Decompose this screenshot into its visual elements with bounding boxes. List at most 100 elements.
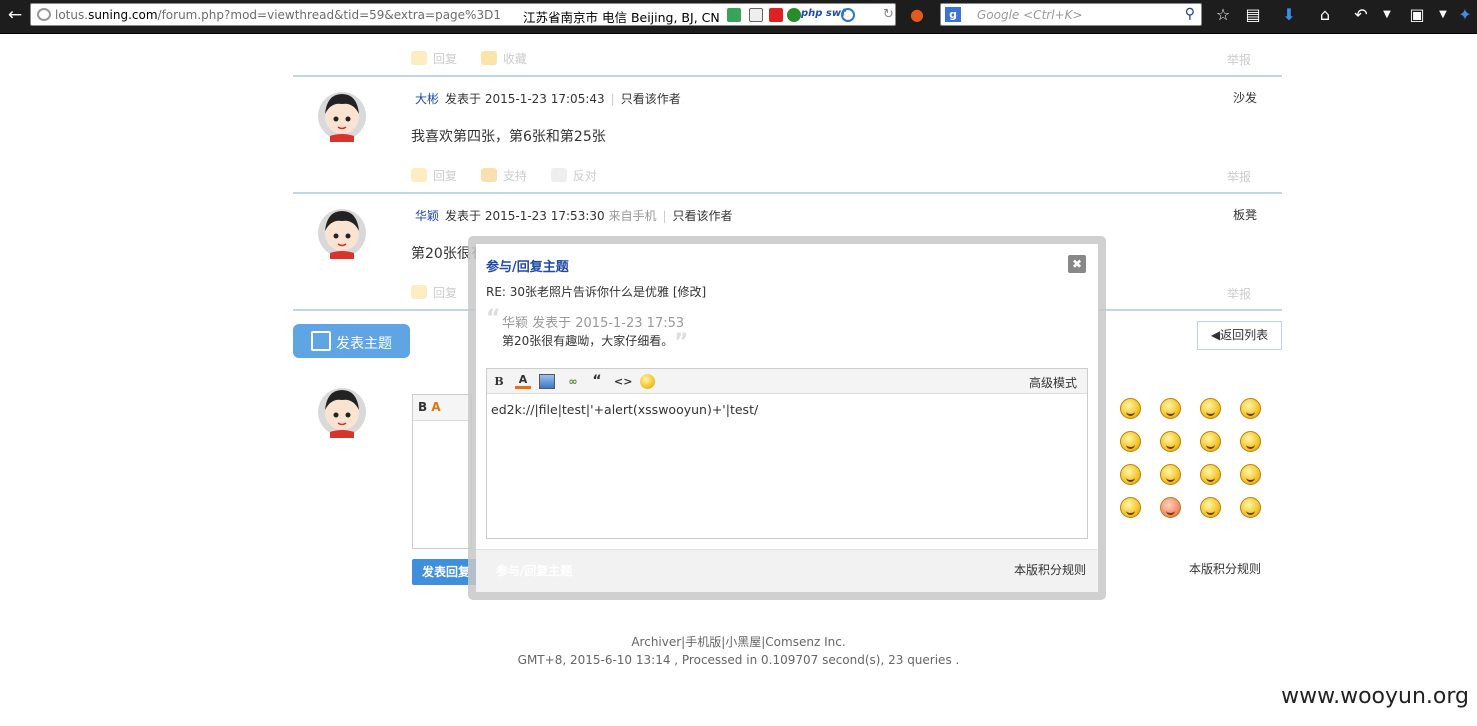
post-divider xyxy=(293,192,1282,194)
quote-author: 华颖 发表于 2015-1-23 17:53 xyxy=(502,316,685,331)
edit-icon xyxy=(311,331,331,351)
smiley-icon[interactable] xyxy=(1160,464,1181,485)
chevron-down-icon[interactable]: ▼ xyxy=(1434,6,1452,24)
addon-icon[interactable]: ● xyxy=(908,6,926,24)
reply-dialog: 参与/回复主题 ✖ RE: 30张老照片告诉你什么是优雅 [修改] “ 华颖 发… xyxy=(476,244,1098,592)
floor-label[interactable]: 沙发 xyxy=(1233,89,1257,106)
smiley-icon[interactable] xyxy=(1200,398,1221,419)
smiley-icon[interactable] xyxy=(1240,398,1261,419)
smiley-icon[interactable] xyxy=(1120,431,1141,452)
back-to-list-button[interactable]: ◀返回列表 xyxy=(1197,321,1282,350)
post-divider xyxy=(293,75,1282,77)
back-arrow-icon[interactable]: ← xyxy=(4,4,26,26)
smiley-icon[interactable] xyxy=(1120,398,1141,419)
only-author-link[interactable]: 只看该作者 xyxy=(621,92,681,106)
g-extension-icon[interactable] xyxy=(787,8,801,22)
address-bar[interactable]: lotus.suning.com/forum.php?mod=viewthrea… xyxy=(30,3,896,26)
reply-action[interactable]: 回复 xyxy=(411,284,457,301)
browser-toolbar: ← lotus.suning.com/forum.php?mod=viewthr… xyxy=(0,0,1477,34)
link-icon[interactable]: ∞ xyxy=(565,374,581,389)
bird-icon[interactable]: ✦ xyxy=(1456,6,1474,24)
smiley-icon[interactable] xyxy=(1120,464,1141,485)
close-icon[interactable]: ✖ xyxy=(1068,255,1086,273)
avatar[interactable] xyxy=(317,205,367,259)
reply-submit-button[interactable]: 参与/回复主题 xyxy=(496,562,572,579)
only-author-link[interactable]: 只看该作者 xyxy=(673,209,733,223)
code-icon[interactable]: <> xyxy=(614,374,632,389)
bold-icon[interactable]: B xyxy=(493,374,505,389)
geo-info: 江苏省南京市 电信 Beijing, BJ, CN xyxy=(523,10,720,25)
quote-text: 第20张很有趣呦，大家仔细看。 xyxy=(502,334,674,348)
footer-stats: GMT+8, 2015-6-10 13:14 , Processed in 0.… xyxy=(517,653,960,667)
smiley-icon[interactable] xyxy=(1200,497,1221,518)
search-bar[interactable]: g Google <Ctrl+K> ⚲ xyxy=(940,3,1202,26)
smiley-icon[interactable] xyxy=(1160,398,1181,419)
moon-icon[interactable] xyxy=(841,8,855,22)
quote-icon[interactable]: “ xyxy=(591,374,603,389)
smiley-icon[interactable] xyxy=(1240,464,1261,485)
reply-action[interactable]: 回复 xyxy=(411,50,457,67)
oppose-action[interactable]: 反对 xyxy=(550,167,597,184)
url-text: lotus.suning.com/forum.php?mod=viewthrea… xyxy=(55,8,501,22)
image-icon[interactable] xyxy=(539,374,555,389)
dialog-footer: 参与/回复主题 本版积分规则 xyxy=(476,549,1098,592)
qr-icon[interactable] xyxy=(749,8,763,22)
fast-reply-editor[interactable]: B A xyxy=(412,394,472,549)
report-link[interactable]: 举报 xyxy=(1227,285,1251,302)
smiley-icon[interactable] xyxy=(1160,497,1181,518)
author-name[interactable]: 大彬 xyxy=(415,92,439,106)
post-source: 来自手机 xyxy=(608,209,657,223)
post-author-line: 大彬 发表于 2015-1-23 17:05:43 | 只看该作者 xyxy=(415,92,681,106)
support-action[interactable]: 支持 xyxy=(480,167,527,184)
smiley-icon[interactable] xyxy=(1240,497,1261,518)
post-time: 发表于 2015-1-23 17:05:43 xyxy=(445,92,605,106)
search-input[interactable]: Google <Ctrl+K> xyxy=(977,8,1083,22)
advanced-mode-link[interactable]: 高级模式 xyxy=(1029,374,1077,391)
search-icon[interactable]: ⚲ xyxy=(1185,6,1195,22)
reply-subject[interactable]: RE: 30张老照片告诉你什么是优雅 [修改] xyxy=(486,283,706,300)
dialog-title: 参与/回复主题 xyxy=(486,260,569,275)
page-footer: Archiver|手机版|小黑屋|Comsenz Inc. GMT+8, 201… xyxy=(0,633,1477,669)
smiley-icon[interactable] xyxy=(1160,431,1181,452)
smiley-icon[interactable] xyxy=(1200,464,1221,485)
chevron-down-icon[interactable]: ▼ xyxy=(1378,6,1396,24)
avatar[interactable] xyxy=(317,88,367,142)
smiley-icon[interactable] xyxy=(1200,431,1221,452)
shield-icon[interactable] xyxy=(727,8,741,22)
crop-icon[interactable]: ▣ xyxy=(1408,6,1426,24)
emoticon-icon[interactable] xyxy=(640,374,655,389)
editor-toolbar: B A ∞ “ <> 高级模式 xyxy=(487,369,1087,394)
floor-label[interactable]: 板凳 xyxy=(1233,206,1257,223)
smiley-icon[interactable] xyxy=(1240,431,1261,452)
close-quote-icon: ” xyxy=(674,330,689,355)
credit-rule-link[interactable]: 本版积分规则 xyxy=(1189,560,1261,577)
watermark: www.wooyun.org xyxy=(1281,684,1469,709)
font-color-icon[interactable]: A xyxy=(515,374,531,389)
undo-icon[interactable]: ↶ xyxy=(1352,6,1370,24)
download-icon[interactable]: ⬇ xyxy=(1280,6,1298,24)
report-link[interactable]: 举报 xyxy=(1227,168,1251,185)
cn-flag-icon xyxy=(769,8,783,22)
fast-reply-toolbar: B A xyxy=(413,395,471,421)
php-swf-icon[interactable]: php swf xyxy=(801,8,845,19)
reply-editor[interactable]: B A ∞ “ <> 高级模式 ed2k://|file|test|'+aler… xyxy=(486,368,1088,539)
post-actions: 回复 支持 反对 xyxy=(411,167,617,187)
favorite-action[interactable]: 收藏 xyxy=(480,50,527,67)
reload-icon[interactable]: ↻ xyxy=(883,8,897,22)
post-content: 我喜欢第四张，第6张和第25张 xyxy=(411,129,606,145)
home-icon[interactable]: ⌂ xyxy=(1316,6,1334,24)
post-actions: 回复 收藏 xyxy=(411,50,547,70)
author-name[interactable]: 华颖 xyxy=(415,209,439,223)
post-topic-button[interactable]: 发表主题 xyxy=(293,324,410,358)
avatar[interactable] xyxy=(317,384,367,438)
post-time: 发表于 2015-1-23 17:53:30 xyxy=(445,209,605,223)
reply-action[interactable]: 回复 xyxy=(411,167,457,184)
footer-links[interactable]: Archiver|手机版|小黑屋|Comsenz Inc. xyxy=(0,633,1477,651)
google-icon: g xyxy=(945,7,961,22)
smiley-icon[interactable] xyxy=(1120,497,1141,518)
star-icon[interactable]: ☆ xyxy=(1214,6,1232,24)
editor-textarea[interactable]: ed2k://|file|test|'+alert(xsswooyun)+'|t… xyxy=(491,402,758,417)
credit-rule-link[interactable]: 本版积分规则 xyxy=(1014,561,1086,578)
report-link[interactable]: 举报 xyxy=(1227,51,1251,68)
clipboard-icon[interactable]: ▤ xyxy=(1244,6,1262,24)
